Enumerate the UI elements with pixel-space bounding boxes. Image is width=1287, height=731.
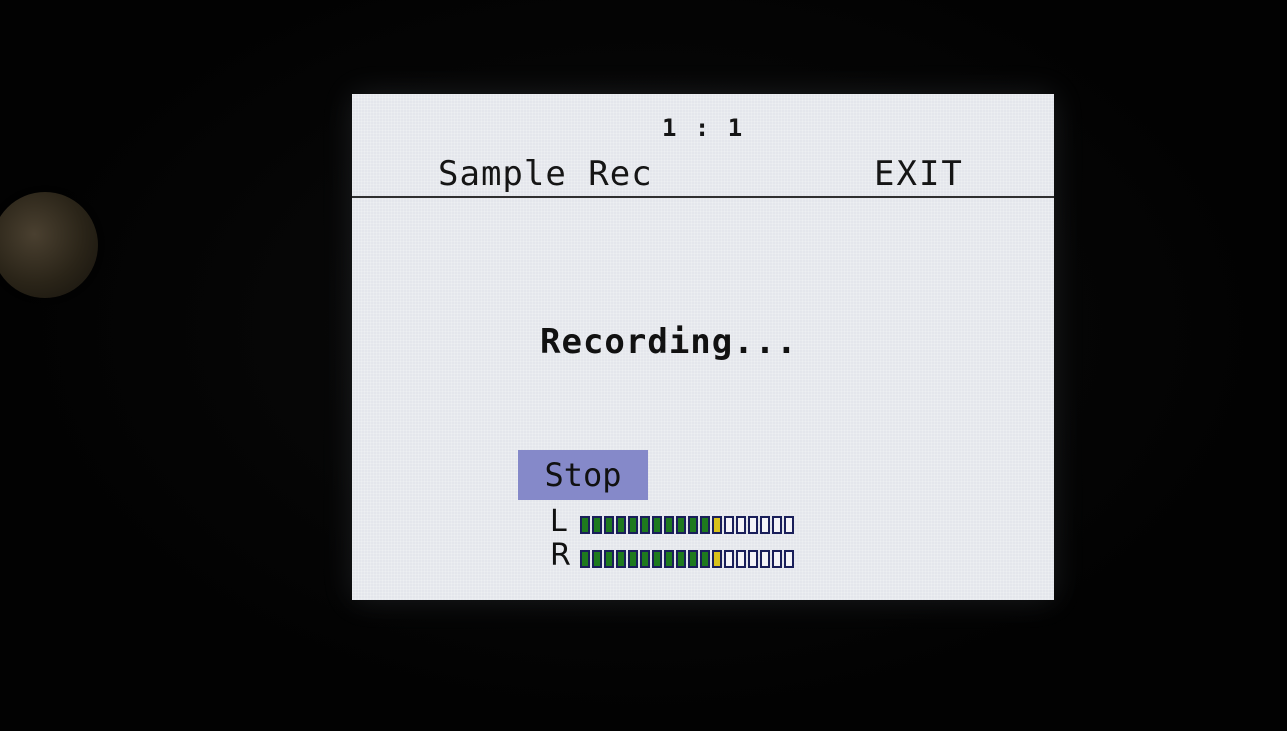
meter-segment: [640, 516, 650, 534]
meter-segment: [700, 516, 710, 534]
meter-segment: [784, 550, 794, 568]
meter-segment: [748, 550, 758, 568]
meter-left: L: [550, 504, 794, 539]
position-counter: 1 : 1: [662, 114, 745, 142]
meter-segment: [664, 516, 674, 534]
meter-segment: [652, 550, 662, 568]
meter-segment: [580, 516, 590, 534]
stop-button[interactable]: Stop: [518, 450, 648, 500]
meter-segment: [736, 550, 746, 568]
screen-header: 1 : 1 Sample Rec EXIT: [352, 94, 1054, 198]
meter-segment: [772, 550, 782, 568]
meter-segment: [604, 550, 614, 568]
meter-segment: [652, 516, 662, 534]
meter-segment: [592, 550, 602, 568]
exit-button[interactable]: EXIT: [874, 154, 964, 194]
meter-segment: [772, 516, 782, 534]
meter-segment: [724, 516, 734, 534]
device-panel: 1 : 1 Sample Rec EXIT Recording... Stop …: [0, 0, 1287, 731]
meter-segment: [676, 516, 686, 534]
meter-segment: [784, 516, 794, 534]
meter-right-segments: [580, 550, 794, 568]
meter-segment: [676, 550, 686, 568]
meter-segment: [664, 550, 674, 568]
page-title: Sample Rec: [438, 154, 653, 194]
meter-segment: [736, 516, 746, 534]
meter-segment: [592, 516, 602, 534]
meter-segment: [604, 516, 614, 534]
meter-segment: [628, 516, 638, 534]
meter-segment: [700, 550, 710, 568]
meter-segment: [616, 550, 626, 568]
meter-segment: [748, 516, 758, 534]
meter-segment: [628, 550, 638, 568]
meter-segment: [760, 516, 770, 534]
meter-left-label: L: [550, 504, 567, 539]
recording-status: Recording...: [540, 322, 798, 362]
meter-segment: [580, 550, 590, 568]
meter-segment: [688, 550, 698, 568]
meter-segment: [712, 550, 722, 568]
meter-segment: [640, 550, 650, 568]
meter-segment: [712, 516, 722, 534]
meter-segment: [616, 516, 626, 534]
meter-segment: [760, 550, 770, 568]
meter-segment: [688, 516, 698, 534]
meter-right-label: R: [550, 538, 571, 573]
meter-left-segments: [580, 516, 794, 534]
meter-right: R: [550, 538, 794, 573]
edit-knob[interactable]: [0, 192, 98, 298]
meter-segment: [724, 550, 734, 568]
lcd-screen: 1 : 1 Sample Rec EXIT Recording... Stop …: [352, 94, 1054, 600]
